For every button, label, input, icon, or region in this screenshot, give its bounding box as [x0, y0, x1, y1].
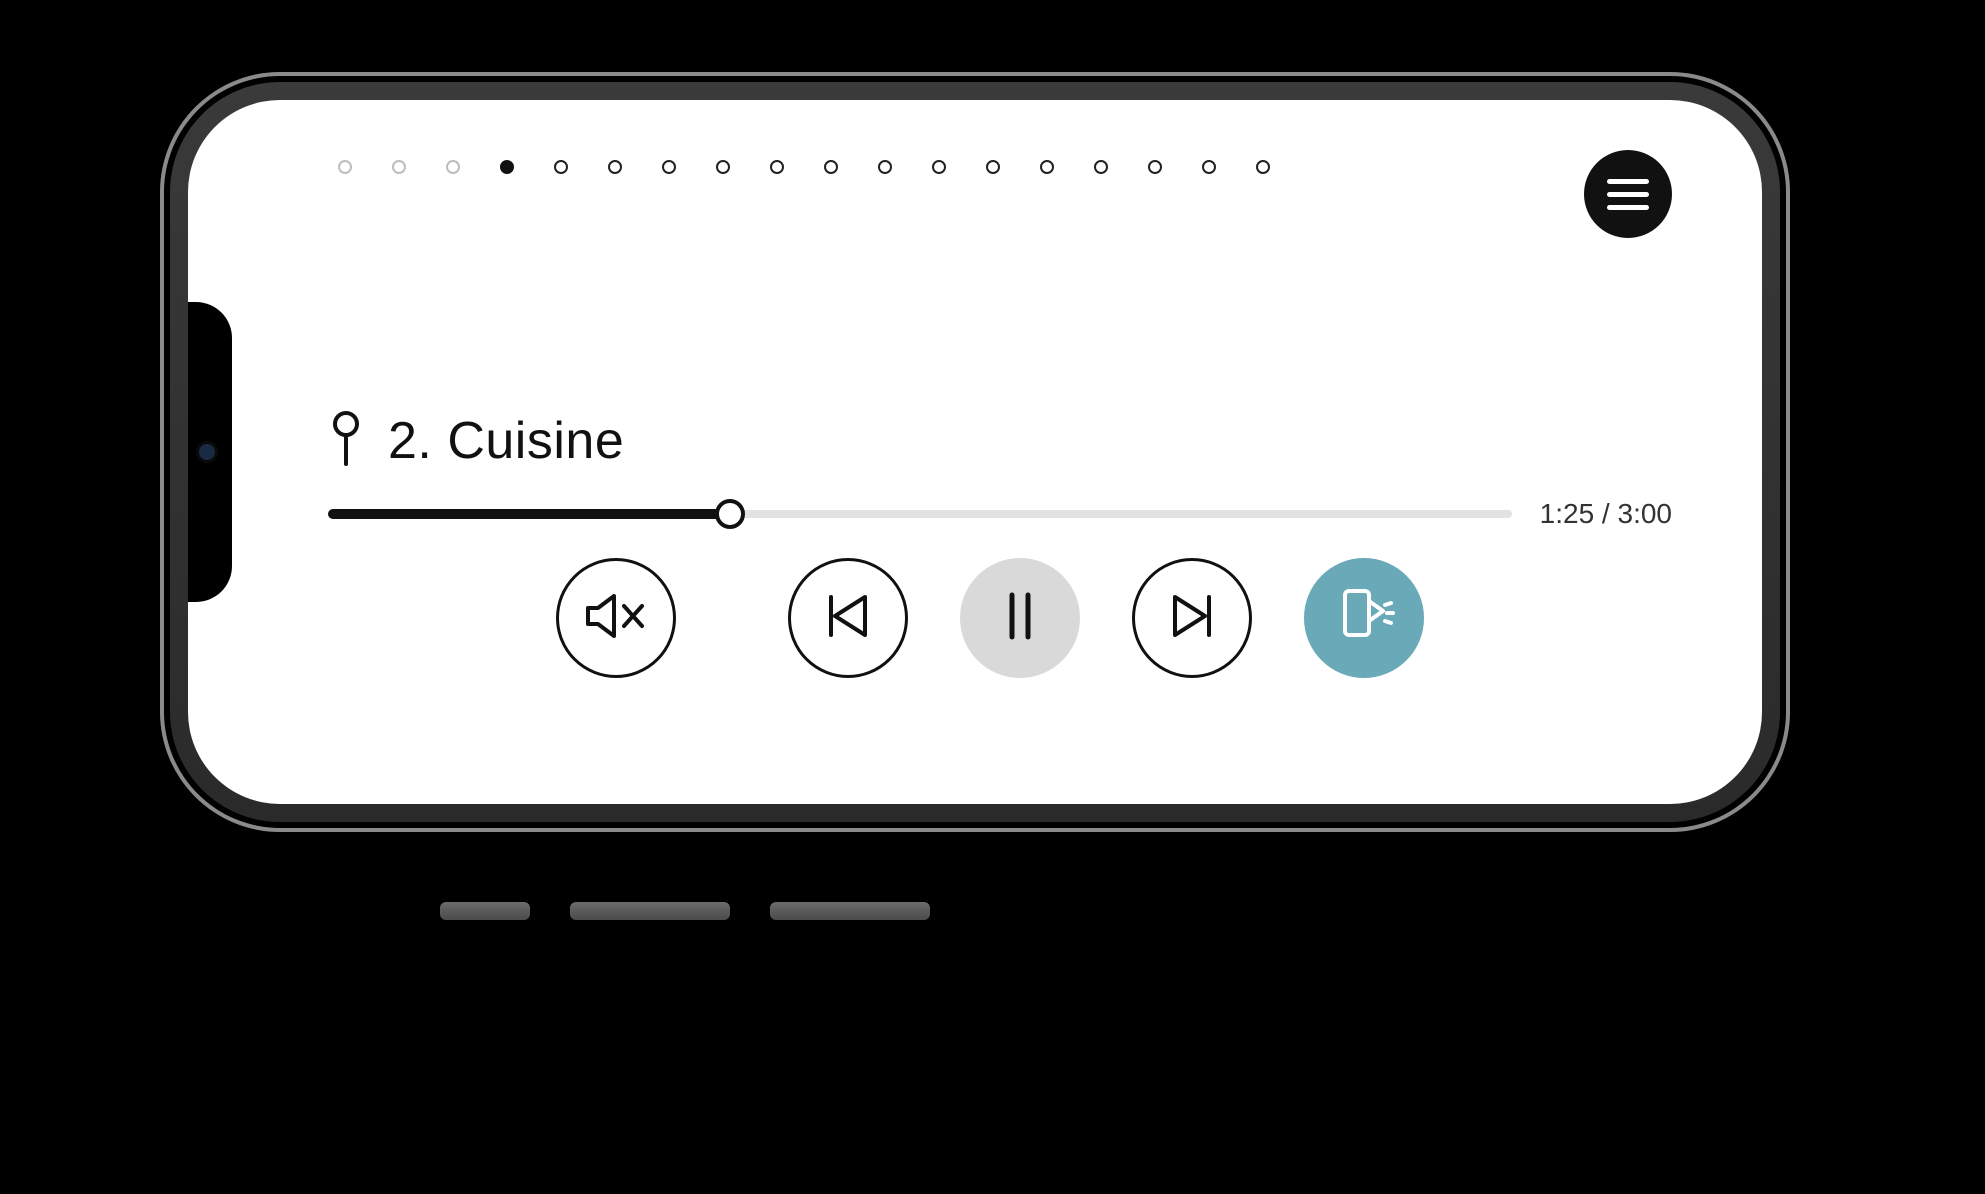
- step-dot-0: [338, 160, 352, 174]
- previous-button[interactable]: [788, 558, 908, 678]
- step-dot-11[interactable]: [932, 160, 946, 174]
- step-dot-1: [392, 160, 406, 174]
- progress-thumb[interactable]: [715, 499, 745, 529]
- play-pause-button[interactable]: [960, 558, 1080, 678]
- step-dot-3[interactable]: [500, 160, 514, 174]
- skip-back-icon: [821, 589, 875, 648]
- mute-button[interactable]: [556, 558, 676, 678]
- hamburger-icon: [1607, 179, 1649, 210]
- step-dot-6[interactable]: [662, 160, 676, 174]
- step-dot-15[interactable]: [1148, 160, 1162, 174]
- step-dot-17[interactable]: [1256, 160, 1270, 174]
- volume-up-button[interactable]: [570, 902, 730, 920]
- step-dot-16[interactable]: [1202, 160, 1216, 174]
- playback-controls: [308, 558, 1672, 678]
- time-display: 1:25 / 3:00: [1540, 498, 1672, 530]
- notch: [188, 302, 232, 602]
- time-total: 3:00: [1618, 498, 1673, 529]
- silent-switch[interactable]: [440, 902, 530, 920]
- rotate-device-button[interactable]: [1304, 558, 1424, 678]
- screen: 2. Cuisine 1:25 / 3:00: [188, 100, 1762, 804]
- step-dot-5[interactable]: [608, 160, 622, 174]
- progress-fill: [328, 509, 730, 519]
- step-dot-8[interactable]: [770, 160, 784, 174]
- progress-bar[interactable]: [328, 509, 1512, 519]
- step-dot-12[interactable]: [986, 160, 1000, 174]
- pin-icon: [328, 410, 364, 471]
- step-dot-10[interactable]: [878, 160, 892, 174]
- track-title: 2. Cuisine: [388, 411, 624, 471]
- time-separator: /: [1594, 498, 1617, 529]
- step-dot-2: [446, 160, 460, 174]
- volume-down-button[interactable]: [770, 902, 930, 920]
- rotate-device-icon: [1329, 581, 1399, 656]
- track-title-row: 2. Cuisine: [328, 410, 624, 471]
- time-current: 1:25: [1540, 498, 1595, 529]
- pause-icon: [1000, 589, 1040, 648]
- front-camera: [196, 441, 218, 463]
- skip-forward-icon: [1165, 589, 1219, 648]
- phone-frame: 2. Cuisine 1:25 / 3:00: [160, 72, 1790, 832]
- step-dot-4[interactable]: [554, 160, 568, 174]
- mute-icon: [584, 591, 648, 646]
- step-dot-7[interactable]: [716, 160, 730, 174]
- step-dot-13[interactable]: [1040, 160, 1054, 174]
- step-dot-14[interactable]: [1094, 160, 1108, 174]
- next-button[interactable]: [1132, 558, 1252, 678]
- step-pagination: [308, 160, 1672, 174]
- menu-button[interactable]: [1584, 150, 1672, 238]
- step-dot-9[interactable]: [824, 160, 838, 174]
